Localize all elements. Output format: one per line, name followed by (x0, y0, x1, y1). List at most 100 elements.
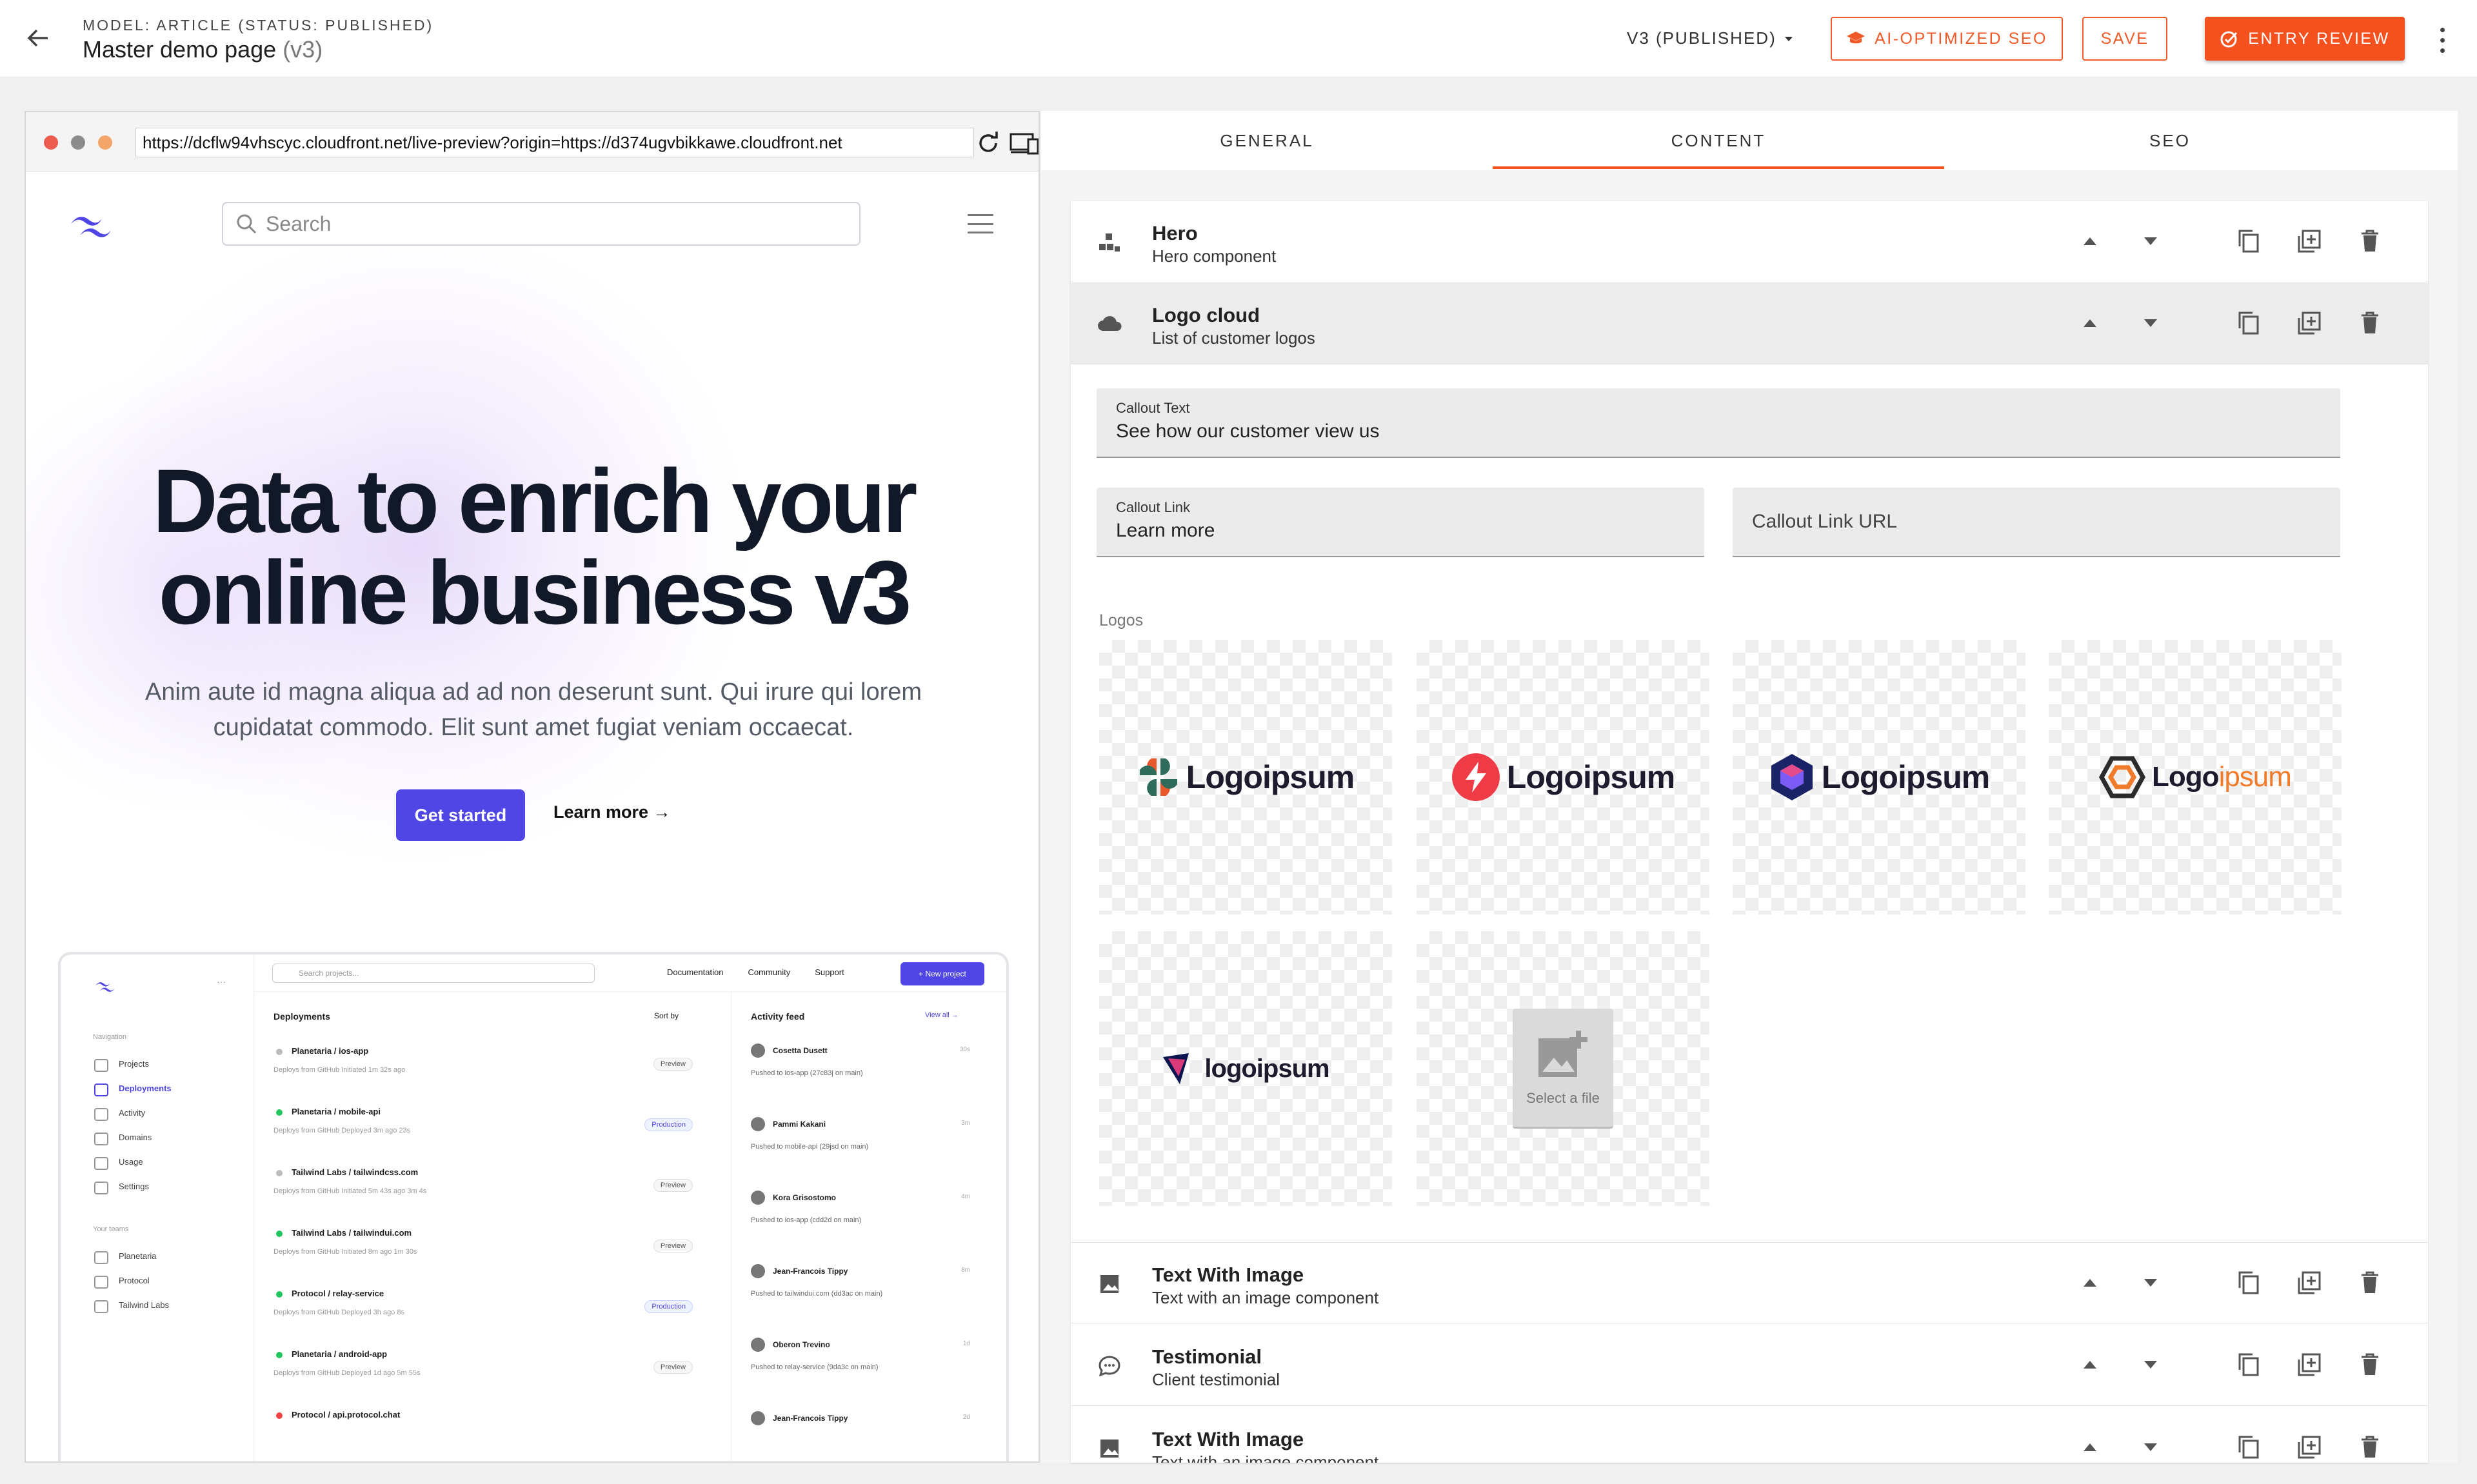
delete-icon[interactable] (2357, 310, 2383, 336)
site-logo-icon[interactable] (67, 207, 119, 246)
hero-headline: Data to enrich your online business v3 (152, 450, 918, 643)
copy-icon[interactable] (2236, 310, 2262, 336)
responsive-devices-icon[interactable] (1009, 129, 1040, 157)
duplicate-add-icon[interactable] (2296, 310, 2322, 336)
component-block-hero[interactable]: Hero Hero component (1071, 201, 2428, 282)
cloud-icon (1098, 316, 1122, 331)
activity-time: 4m (961, 1193, 970, 1200)
entry-review-button[interactable]: ENTRY REVIEW (2205, 17, 2405, 61)
delete-icon[interactable] (2357, 1352, 2383, 1378)
more-options-icon[interactable] (2433, 25, 2451, 55)
logo-triangle-icon (1163, 1053, 1189, 1084)
component-title: Text With Image (1152, 1428, 1304, 1450)
component-block-text-with-image-2[interactable]: Text With Image Text with an image compo… (1071, 1407, 2428, 1463)
url-bar[interactable]: https://dcflw94vhscyc.cloudfront.net/liv… (135, 128, 974, 157)
logo-tile[interactable]: Logoipsum (1417, 640, 1709, 915)
top-bar: MODEL: ARTICLE (STATUS: PUBLISHED) Maste… (0, 0, 2477, 77)
ai-seo-button-label: AI-OPTIMIZED SEO (1875, 29, 2047, 48)
copy-icon[interactable] (2236, 1270, 2262, 1296)
logo-hexagon-icon (1771, 754, 1813, 800)
back-arrow-icon[interactable] (22, 22, 54, 54)
page-title-text: Master demo page (83, 36, 277, 63)
comment-icon (1099, 1356, 1120, 1377)
logo-tile[interactable]: Logoipsum (1099, 640, 1392, 915)
component-subtitle: List of customer logos (1152, 328, 1315, 348)
site-search-input[interactable]: Search (222, 202, 860, 246)
logo-wordmark: Logoipsum (1506, 759, 1675, 795)
activity-detail: Pushed to relay-service (9da3c on main) (751, 1363, 879, 1371)
select-file-label: Select a file (1526, 1089, 1600, 1106)
screenshot-sidebar: ··· Navigation Projects Deployments Acti… (61, 955, 254, 1461)
activity-time: 30s (959, 1046, 970, 1053)
delete-icon[interactable] (2357, 228, 2383, 254)
screenshot-nav-links: Documentation Community Support (667, 967, 844, 977)
select-file-button[interactable]: Select a file (1513, 1009, 1613, 1129)
callout-link-url-field[interactable]: Callout Link URL (1733, 488, 2340, 557)
reload-icon[interactable] (974, 129, 1002, 157)
copy-icon[interactable] (2236, 1352, 2262, 1378)
tab-seo[interactable]: SEO (1944, 111, 2396, 170)
delete-icon[interactable] (2357, 1270, 2383, 1296)
logo-wordmark-part: ipsum (2218, 761, 2292, 793)
move-down-icon[interactable] (2138, 228, 2164, 254)
tab-general[interactable]: GENERAL (1041, 111, 1493, 170)
logo-tile[interactable]: Logoipsum (1733, 640, 2025, 915)
move-up-icon[interactable] (2077, 1270, 2103, 1296)
callout-link-field[interactable]: Callout Link Learn more (1097, 488, 1704, 557)
duplicate-add-icon[interactable] (2296, 1352, 2322, 1378)
move-down-icon[interactable] (2138, 1270, 2164, 1296)
ai-seo-button[interactable]: AI-OPTIMIZED SEO (1831, 17, 2063, 61)
delete-icon[interactable] (2357, 1434, 2383, 1460)
version-select[interactable]: V3 (PUBLISHED) (1627, 28, 1793, 48)
hamburger-menu-icon[interactable] (968, 214, 993, 233)
version-select-label: V3 (PUBLISHED) (1627, 28, 1776, 48)
screenshot-activity-feed: Activity feed View all → Cosetta Dusett 3… (731, 992, 1006, 1461)
deployment-title: Tailwind Labs / tailwindui.com (274, 1228, 719, 1238)
move-up-icon[interactable] (2077, 1352, 2103, 1378)
logo-wordmark-part: Logo (2152, 761, 2220, 793)
learn-more-link[interactable]: Learn more → (553, 802, 671, 822)
activity-detail: Pushed to ios-app (27c83j on main) (751, 1069, 863, 1077)
copy-icon[interactable] (2236, 228, 2262, 254)
deployment-badge: Preview (653, 1361, 693, 1374)
save-button[interactable]: SAVE (2082, 17, 2167, 61)
deployment-badge: Production (644, 1118, 693, 1131)
copy-icon[interactable] (2236, 1434, 2262, 1460)
window-minimize-dot (71, 135, 85, 150)
app-screenshot: ··· Navigation Projects Deployments Acti… (58, 952, 1009, 1461)
screenshot-team-item: Protocol (94, 1276, 150, 1289)
activity-time: 1d (962, 1340, 970, 1347)
move-up-icon[interactable] (2077, 1434, 2103, 1460)
component-block-testimonial[interactable]: Testimonial Client testimonial (1071, 1325, 2428, 1406)
sort-by-label: Sort by (654, 1011, 679, 1020)
move-down-icon[interactable] (2138, 1352, 2164, 1378)
deployment-row: Protocol / relay-service Deploys from Git… (274, 1289, 719, 1349)
logo-tile[interactable]: Logoipsum (2049, 640, 2342, 915)
duplicate-add-icon[interactable] (2296, 1434, 2322, 1460)
duplicate-add-icon[interactable] (2296, 228, 2322, 254)
activity-detail: Pushed to ios-app (cdd2d on main) (751, 1216, 862, 1224)
move-up-icon[interactable] (2077, 310, 2103, 336)
get-started-button[interactable]: Get started (396, 789, 525, 841)
screenshot-deployments: Deployments Sort by Planetaria / ios-app… (254, 992, 731, 1461)
screenshot-side-item: Usage (94, 1157, 143, 1170)
screenshot-side-item: Domains (94, 1133, 152, 1145)
move-down-icon[interactable] (2138, 1434, 2164, 1460)
component-title: Logo cloud (1152, 304, 1260, 326)
component-block-text-with-image[interactable]: Text With Image Text with an image compo… (1071, 1242, 2428, 1323)
activity-row: Kora Grisostomo 4m Pushed to ios-app (cdd2… (751, 1191, 970, 1264)
logo-tile[interactable]: logoipsum (1099, 931, 1392, 1206)
move-down-icon[interactable] (2138, 310, 2164, 336)
callout-text-field[interactable]: Callout Text See how our customer view u… (1097, 388, 2340, 458)
deployment-row: Planetaria / ios-app Deploys from GitHub … (274, 1046, 719, 1107)
component-list: Hero Hero component Logo cloud List of c… (1071, 201, 2428, 1463)
activity-time: 2d (962, 1414, 970, 1421)
component-block-logo-cloud[interactable]: Logo cloud List of customer logos (1071, 283, 2428, 364)
tab-content[interactable]: CONTENT (1493, 111, 1944, 170)
move-up-icon[interactable] (2077, 228, 2103, 254)
screenshot-side-item: Activity (94, 1108, 145, 1121)
browser-toolbar: https://dcflw94vhscyc.cloudfront.net/liv… (26, 112, 1040, 172)
duplicate-add-icon[interactable] (2296, 1270, 2322, 1296)
select-file-tile[interactable]: Select a file (1417, 931, 1709, 1206)
deployment-badge: Preview (653, 1058, 693, 1071)
